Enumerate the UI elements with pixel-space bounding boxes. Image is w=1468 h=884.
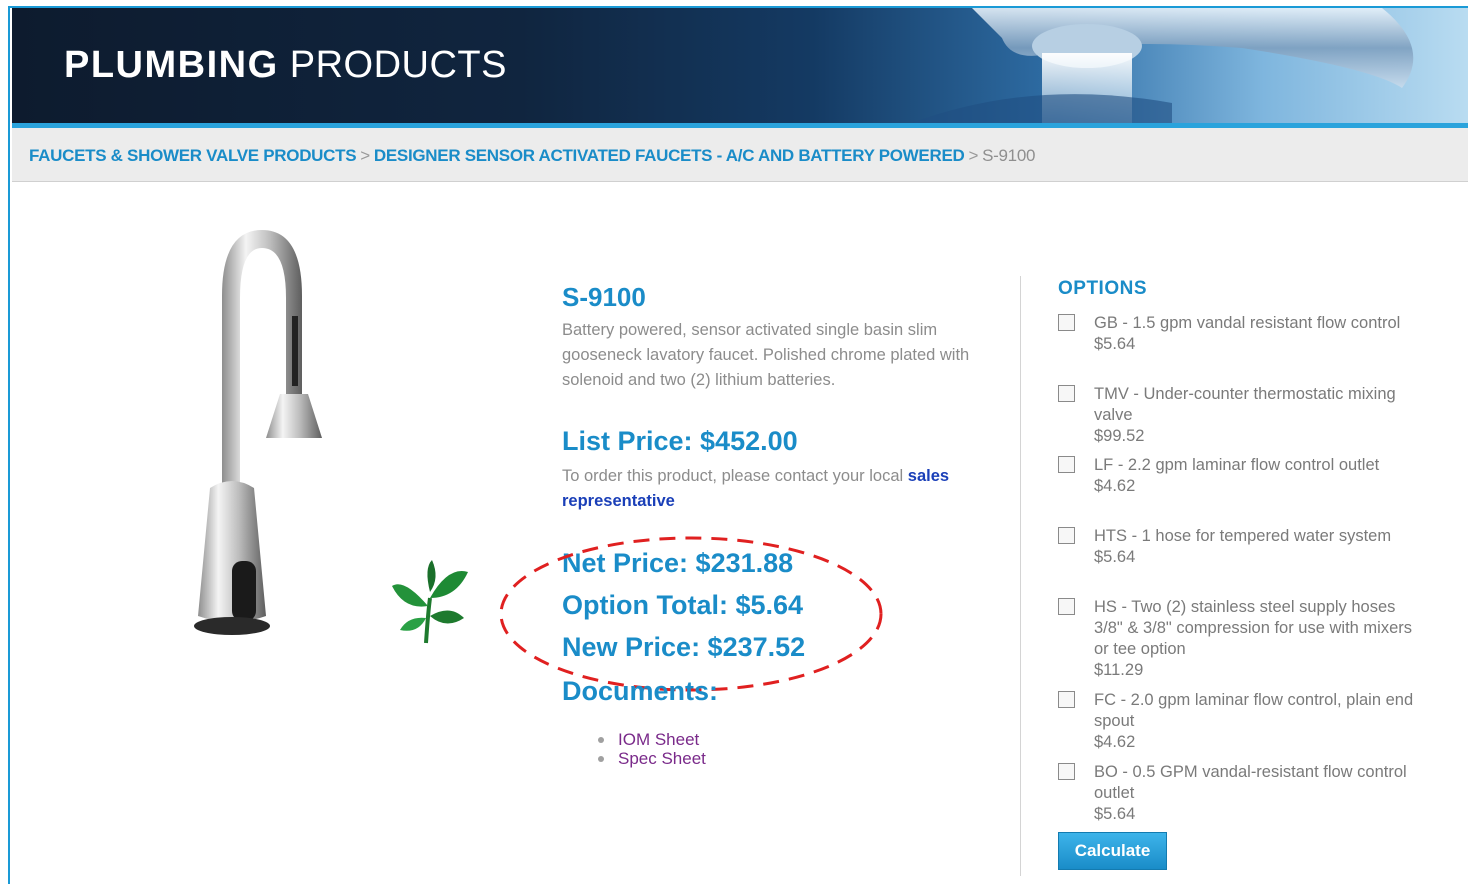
option-label: GB - 1.5 gpm vandal resistant flow contr… (1094, 314, 1401, 332)
option-price: $5.64 (1094, 335, 1136, 353)
green-leaf-icon (392, 560, 468, 644)
option-price: $5.64 (1094, 548, 1136, 566)
option-price: $4.62 (1094, 477, 1136, 495)
option-gb-checkbox[interactable] (1058, 314, 1075, 331)
breadcrumb-separator: > (968, 146, 979, 165)
documents-title: Documents: (562, 676, 719, 706)
list-item: Spec Sheet (598, 749, 706, 768)
option-label: HS - Two (2) stainless steel supply hose… (1094, 598, 1413, 658)
option-fc-checkbox[interactable] (1058, 691, 1075, 708)
brand-rest: PRODUCTS (289, 44, 507, 86)
option-text: HTS - 1 hose for tempered water system $… (1094, 526, 1414, 568)
documents-list: IOM Sheet Spec Sheet (598, 730, 706, 768)
site-brand[interactable]: PLUMBING PRODUCTS (64, 44, 507, 87)
list-price: List Price: $452.00 (562, 426, 798, 456)
product-model: S-9100 (562, 282, 646, 312)
faucet-photo-graphic (912, 8, 1414, 123)
brand-bold: PLUMBING (64, 44, 279, 86)
option-price: $99.52 (1094, 427, 1145, 445)
option-text: GB - 1.5 gpm vandal resistant flow contr… (1094, 313, 1414, 355)
option-label: BO - 0.5 GPM vandal-resistant flow contr… (1094, 763, 1407, 802)
option-text: BO - 0.5 GPM vandal-resistant flow contr… (1094, 762, 1414, 825)
column-divider (1020, 276, 1021, 876)
spec-sheet-link[interactable]: Spec Sheet (618, 749, 706, 768)
option-price: $11.29 (1094, 661, 1144, 679)
option-label: FC - 2.0 gpm laminar flow control, plain… (1094, 691, 1414, 730)
option-hts-checkbox[interactable] (1058, 527, 1075, 544)
breadcrumb-link-designer-sensor[interactable]: DESIGNER SENSOR ACTIVATED FAUCETS - A/C … (374, 146, 965, 165)
calculate-button[interactable]: Calculate (1058, 832, 1167, 870)
breadcrumb: FAUCETS & SHOWER VALVE PRODUCTS > DESIGNER… (29, 146, 1035, 166)
option-label: LF - 2.2 gpm laminar flow control outlet (1094, 456, 1380, 474)
option-tmv-checkbox[interactable] (1058, 385, 1075, 402)
header-banner: PLUMBING PRODUCTS (12, 8, 1468, 123)
option-bo-checkbox[interactable] (1058, 763, 1075, 780)
list-item: IOM Sheet (598, 730, 706, 749)
highlight-ellipse-annotation (499, 536, 883, 692)
option-price: $4.62 (1094, 733, 1136, 751)
option-label: HTS - 1 hose for tempered water system (1094, 527, 1392, 545)
breadcrumb-bar: FAUCETS & SHOWER VALVE PRODUCTS > DESIGNER… (12, 128, 1468, 182)
option-price: $5.64 (1094, 805, 1136, 823)
option-text: FC - 2.0 gpm laminar flow control, plain… (1094, 690, 1414, 753)
option-text: TMV - Under-counter thermostatic mixing … (1094, 384, 1414, 447)
options-title: OPTIONS (1058, 278, 1148, 299)
option-text: HS - Two (2) stainless steel supply hose… (1094, 597, 1414, 681)
breadcrumb-separator: > (360, 146, 370, 165)
order-note-text: To order this product, please contact yo… (562, 467, 904, 485)
breadcrumb-link-faucets[interactable]: FAUCETS & SHOWER VALVE PRODUCTS (29, 146, 357, 165)
option-hs-checkbox[interactable] (1058, 598, 1075, 615)
option-label: TMV - Under-counter thermostatic mixing … (1094, 385, 1396, 424)
option-text: LF - 2.2 gpm laminar flow control outlet… (1094, 455, 1414, 497)
product-image (194, 230, 322, 635)
option-lf-checkbox[interactable] (1058, 456, 1075, 473)
iom-sheet-link[interactable]: IOM Sheet (618, 730, 699, 749)
breadcrumb-current: S-9100 (982, 146, 1036, 165)
product-description: Battery powered, sensor activated single… (562, 321, 970, 389)
order-note: To order this product, please contact yo… (562, 464, 962, 514)
